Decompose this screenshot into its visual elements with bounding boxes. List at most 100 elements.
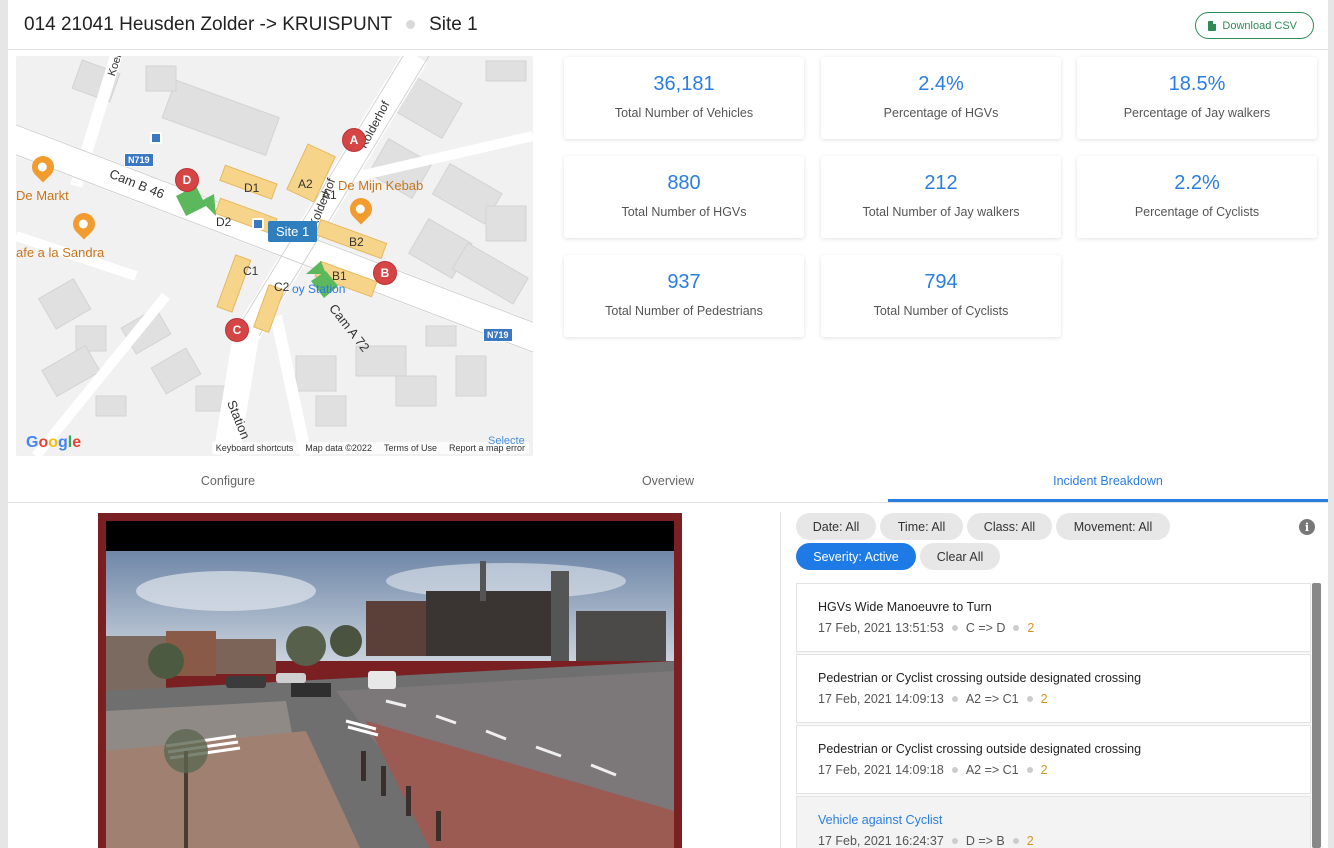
stat-card-total-vehicles: 36,181 Total Number of Vehicles xyxy=(564,57,804,139)
stat-label: Percentage of Jay walkers xyxy=(1123,106,1271,120)
filter-class-chip[interactable]: Class: All xyxy=(967,513,1052,540)
google-logo: Google xyxy=(26,434,82,451)
incident-count: 2 xyxy=(1027,621,1035,635)
incident-title: Pedestrian or Cyclist crossing outside d… xyxy=(818,671,1142,685)
incident-movement: A2 => C1 xyxy=(965,692,1019,706)
zone-label-a1: A1 xyxy=(322,188,337,202)
marker-c[interactable]: C xyxy=(225,318,249,342)
stat-card-total-cyclists: 794 Total Number of Cyclists xyxy=(821,255,1061,337)
marker-a[interactable]: A xyxy=(342,128,366,152)
bus-stop-icon xyxy=(252,218,264,230)
clear-all-button[interactable]: Clear All xyxy=(920,543,1000,570)
video-letterbox xyxy=(106,521,674,551)
site-name: Site 1 xyxy=(429,13,478,35)
incident-movement: A2 => C1 xyxy=(965,763,1019,777)
zone-label-c2: C2 xyxy=(274,280,290,294)
stat-value: 2.4% xyxy=(918,73,964,95)
poi-label-station: oy Station xyxy=(292,282,346,296)
stat-value: 18.5% xyxy=(1168,73,1226,95)
filter-movement-chip[interactable]: Movement: All xyxy=(1056,513,1170,540)
incident-title: Pedestrian or Cyclist crossing outside d… xyxy=(818,742,1142,756)
incident-meta: 17 Feb, 2021 14:09:18 A2 => C1 2 xyxy=(818,763,1048,777)
stat-card-total-pedestrians: 937 Total Number of Pedestrians xyxy=(564,255,804,337)
download-csv-label: Download CSV xyxy=(1222,19,1297,32)
stat-value: 880 xyxy=(667,172,701,194)
incident-time: 17 Feb, 2021 16:24:37 xyxy=(818,834,944,848)
filter-time-chip[interactable]: Time: All xyxy=(880,513,963,540)
road-tag-n719-2: N719 xyxy=(483,328,513,342)
stat-value: 212 xyxy=(924,172,958,194)
file-icon xyxy=(1208,20,1217,31)
stat-value: 36,181 xyxy=(653,73,715,95)
marker-b[interactable]: B xyxy=(373,261,397,285)
stat-label: Total Number of Jay walkers xyxy=(862,205,1020,219)
zone-label-c1: C1 xyxy=(243,264,259,278)
page-header: 014 21041 Heusden Zolder -> KRUISPUNT Si… xyxy=(8,0,1328,50)
stat-value: 2.2% xyxy=(1174,172,1220,194)
map-footer: Keyboard shortcuts Map data ©2022 Terms … xyxy=(211,442,529,454)
terms-link[interactable]: Terms of Use xyxy=(384,443,437,453)
poi-label-cafe: afe a la Sandra xyxy=(16,245,105,260)
marker-d[interactable]: D xyxy=(175,168,199,192)
keyboard-shortcuts-link[interactable]: Keyboard shortcuts xyxy=(216,443,294,453)
map-select-link[interactable]: Selecte xyxy=(488,435,525,447)
zone-label-d1: D1 xyxy=(244,181,260,195)
incident-movement: D => B xyxy=(965,834,1005,848)
download-csv-button[interactable]: Download CSV xyxy=(1195,12,1314,39)
incident-time: 17 Feb, 2021 13:51:53 xyxy=(818,621,944,635)
stat-label: Total Number of HGVs xyxy=(621,205,747,219)
incident-time: 17 Feb, 2021 14:09:13 xyxy=(818,692,944,706)
filter-severity-chip[interactable]: Severity: Active xyxy=(796,543,916,570)
incident-item[interactable]: Pedestrian or Cyclist crossing outside d… xyxy=(796,725,1311,794)
zone-label-b2: B2 xyxy=(349,235,364,249)
incident-video[interactable] xyxy=(98,513,682,848)
incident-count: 2 xyxy=(1040,692,1048,706)
tab-configure[interactable]: Configure xyxy=(8,463,448,502)
incident-list-scrollbar[interactable] xyxy=(1312,583,1321,848)
zone-label-a2: A2 xyxy=(298,177,313,191)
stat-label: Total Number of Cyclists xyxy=(873,304,1009,318)
tab-bar: Configure Overview Incident Breakdown xyxy=(8,463,1330,503)
video-frame xyxy=(106,551,674,848)
incident-count: 2 xyxy=(1040,763,1048,777)
incident-title: HGVs Wide Manoeuvre to Turn xyxy=(818,600,992,614)
stat-value: 937 xyxy=(667,271,701,293)
filter-date-chip[interactable]: Date: All xyxy=(796,513,876,540)
incident-item[interactable]: HGVs Wide Manoeuvre to Turn 17 Feb, 2021… xyxy=(796,583,1311,652)
stat-value: 794 xyxy=(924,271,958,293)
zone-label-b1: B1 xyxy=(332,269,347,283)
incident-item[interactable]: Pedestrian or Cyclist crossing outside d… xyxy=(796,654,1311,723)
incident-list: HGVs Wide Manoeuvre to Turn 17 Feb, 2021… xyxy=(796,583,1321,848)
incident-time: 17 Feb, 2021 14:09:18 xyxy=(818,763,944,777)
page-title: 014 21041 Heusden Zolder -> KRUISPUNT xyxy=(24,13,393,35)
site-map[interactable]: Koeltorenlaa Kolderhof Kolderhof Cam B 4… xyxy=(16,56,533,456)
incident-meta: 17 Feb, 2021 14:09:13 A2 => C1 2 xyxy=(818,692,1048,706)
poi-label-kebab: De Mijn Kebab xyxy=(338,178,424,193)
road-tag-n719-1: N719 xyxy=(124,153,154,167)
tab-overview[interactable]: Overview xyxy=(448,463,888,502)
stat-label: Total Number of Vehicles xyxy=(614,106,754,120)
stat-card-percentage-hgvs: 2.4% Percentage of HGVs xyxy=(821,57,1061,139)
incident-movement: C => D xyxy=(965,621,1006,635)
incident-meta: 17 Feb, 2021 13:51:53 C => D 2 xyxy=(818,621,1034,635)
stat-label: Percentage of HGVs xyxy=(883,106,999,120)
incident-title: Vehicle against Cyclist xyxy=(818,813,943,827)
map-data-label: Map data ©2022 xyxy=(305,443,372,453)
stat-label: Percentage of Cyclists xyxy=(1134,205,1260,219)
poi-label-de-markt: De Markt xyxy=(16,188,69,203)
incident-meta: 17 Feb, 2021 16:24:37 D => B 2 xyxy=(818,834,1034,848)
stat-card-total-jaywalkers: 212 Total Number of Jay walkers xyxy=(821,156,1061,238)
stat-label: Total Number of Pedestrians xyxy=(605,304,763,318)
zone-label-d2: D2 xyxy=(216,215,232,229)
tab-incident-breakdown[interactable]: Incident Breakdown xyxy=(888,463,1328,502)
info-icon[interactable]: i xyxy=(1299,519,1315,535)
incident-item-selected[interactable]: Vehicle against Cyclist 17 Feb, 2021 16:… xyxy=(796,796,1311,848)
incident-count: 2 xyxy=(1026,834,1034,848)
site-badge[interactable]: Site 1 xyxy=(268,221,318,242)
stat-card-total-hgvs: 880 Total Number of HGVs xyxy=(564,156,804,238)
bus-stop-icon xyxy=(150,132,162,144)
stat-card-percentage-jaywalkers: 18.5% Percentage of Jay walkers xyxy=(1077,57,1317,139)
panel-divider xyxy=(780,512,781,848)
stat-card-percentage-cyclists: 2.2% Percentage of Cyclists xyxy=(1077,156,1317,238)
title-separator xyxy=(406,20,416,29)
